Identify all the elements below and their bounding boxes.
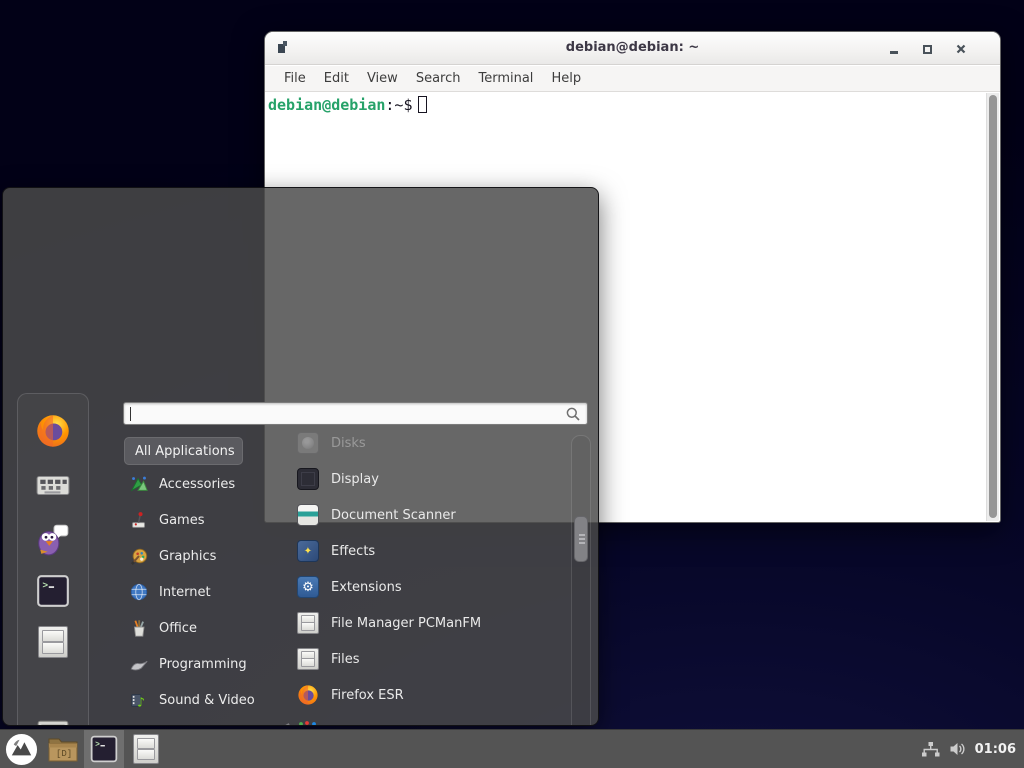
app-document-scanner[interactable]: Document Scanner (289, 497, 571, 533)
app-five-or-more[interactable]: Five or More (289, 713, 571, 726)
favorite-firefox-button[interactable] (34, 412, 72, 450)
desktop-folder-icon: [D] (46, 734, 80, 764)
screensaver-lock-icon (35, 716, 71, 726)
svg-text:♪: ♪ (137, 694, 145, 709)
filter-all-applications[interactable]: All Applications (124, 437, 243, 465)
text-caret (130, 407, 131, 421)
apps-scrollbar-track[interactable] (571, 435, 591, 726)
menu-terminal[interactable]: Terminal (469, 68, 542, 89)
category-accessories[interactable]: Accessories (123, 466, 288, 502)
terminal-icon: > (89, 734, 119, 764)
terminal-prompt-line: debian@debian:~$ (268, 96, 427, 115)
app-display[interactable]: Display (289, 461, 571, 497)
svg-text:>: > (42, 580, 48, 591)
app-effects[interactable]: ✦ Effects (289, 533, 571, 569)
terminal-scrollbar[interactable] (986, 93, 999, 521)
taskbar-desktop-folder-button[interactable]: [D] (42, 730, 84, 768)
taskbar-menu-button[interactable] (0, 730, 42, 768)
graphics-icon (129, 546, 149, 566)
firefox-icon (35, 413, 71, 449)
taskbar-file-manager-button[interactable] (124, 730, 168, 768)
system-tray: 01:06 (921, 741, 1024, 758)
search-icon (565, 406, 581, 422)
firefox-icon (297, 684, 319, 706)
games-icon (129, 510, 149, 530)
network-icon[interactable] (921, 741, 940, 758)
document-scanner-icon (297, 504, 319, 526)
maximize-button[interactable] (915, 38, 939, 60)
application-menu: debian (2, 187, 599, 726)
extensions-icon: ⚙ (297, 576, 319, 598)
category-programming[interactable]: Programming (123, 646, 288, 682)
close-icon (956, 44, 966, 54)
disks-icon (297, 432, 319, 454)
menu-file[interactable]: File (275, 68, 315, 89)
start-menu-icon (5, 733, 38, 766)
menu-search[interactable]: Search (407, 68, 470, 89)
pidgin-icon (35, 521, 71, 557)
taskbar-terminal-button[interactable]: > (84, 730, 124, 768)
category-games[interactable]: Games (123, 502, 288, 538)
favorite-keyboard-button[interactable] (34, 466, 72, 504)
menu-view[interactable]: View (358, 68, 407, 89)
terminal-scrollbar-thumb[interactable] (989, 95, 997, 518)
category-administration[interactable]: Administration (123, 718, 288, 726)
keyboard-icon (35, 467, 71, 503)
svg-text:>: > (95, 740, 100, 749)
menu-help[interactable]: Help (542, 68, 590, 89)
lock-screen-button[interactable] (34, 715, 72, 726)
terminal-menubar: File Edit View Search Terminal Help (265, 66, 1000, 92)
programming-icon (129, 654, 149, 674)
taskbar: [D] > 01:06 (0, 729, 1024, 768)
category-internet[interactable]: Internet (123, 574, 288, 610)
volume-icon[interactable] (949, 741, 966, 757)
file-cabinet-icon (297, 612, 319, 634)
desktop: { "terminal": { "title": "debian@debian:… (0, 0, 1024, 768)
favorite-file-manager-button[interactable] (34, 623, 72, 661)
apps-scrollbar-thumb[interactable] (574, 516, 588, 562)
category-sound-video[interactable]: ♪ Sound & Video (123, 682, 288, 718)
display-icon (297, 468, 319, 490)
app-files[interactable]: Files (289, 641, 571, 677)
favorite-terminal-button[interactable]: > (34, 572, 72, 610)
five-or-more-icon (297, 720, 319, 726)
sound-video-icon: ♪ (129, 690, 149, 710)
favorite-pidgin-button[interactable] (34, 520, 72, 558)
svg-text:[D]: [D] (56, 749, 72, 759)
terminal-icon: > (35, 573, 71, 609)
app-file-manager-pcmanfm[interactable]: File Manager PCManFM (289, 605, 571, 641)
file-cabinet-icon (133, 734, 159, 764)
app-disks[interactable]: Disks (289, 425, 571, 461)
app-extensions[interactable]: ⚙ Extensions (289, 569, 571, 605)
minimize-button[interactable] (882, 38, 906, 60)
terminal-titlebar[interactable]: debian@debian: ~ (265, 32, 1000, 65)
clock[interactable]: 01:06 (975, 742, 1016, 757)
search-input[interactable] (123, 402, 588, 425)
prompt-suffix: :~$ (385, 96, 412, 114)
category-graphics[interactable]: Graphics (123, 538, 288, 574)
close-button[interactable] (949, 38, 973, 60)
internet-icon (129, 582, 149, 602)
prompt-user-host: debian@debian (268, 96, 385, 114)
accessories-icon (129, 474, 149, 494)
office-icon (129, 618, 149, 638)
app-firefox-esr[interactable]: Firefox ESR (289, 677, 571, 713)
effects-icon: ✦ (297, 540, 319, 562)
category-office[interactable]: Office (123, 610, 288, 646)
terminal-cursor (418, 96, 427, 113)
file-cabinet-icon (38, 626, 68, 658)
file-cabinet-icon (297, 648, 319, 670)
menu-edit[interactable]: Edit (315, 68, 358, 89)
